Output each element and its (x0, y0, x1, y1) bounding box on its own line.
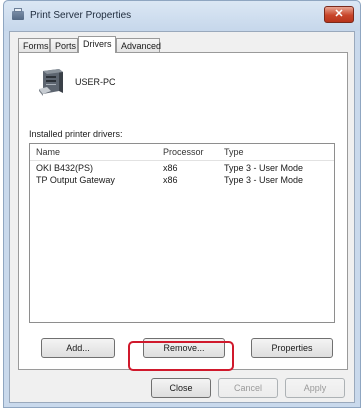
printer-icon (12, 8, 24, 20)
drivers-list[interactable]: Name Processor Type OKI B432(PS) x86 Typ… (29, 143, 335, 323)
column-header-name[interactable]: Name (36, 147, 60, 157)
apply-button[interactable]: Apply (285, 378, 345, 398)
drivers-tab-panel: USER-PC Installed printer drivers: Name … (18, 52, 348, 370)
list-header: Name Processor Type (30, 144, 334, 161)
server-name: USER-PC (75, 77, 116, 87)
close-button[interactable]: Close (151, 378, 211, 398)
installed-drivers-label: Installed printer drivers: (29, 129, 123, 139)
tab-drivers[interactable]: Drivers (78, 36, 116, 53)
window-close-button[interactable]: ✕ (324, 6, 354, 23)
cancel-button[interactable]: Cancel (218, 378, 278, 398)
remove-button-highlight (128, 341, 234, 371)
table-row[interactable]: TP Output Gateway x86 Type 3 - User Mode (30, 175, 334, 187)
driver-type: Type 3 - User Mode (224, 175, 304, 185)
computer-icon (39, 69, 63, 96)
driver-name: OKI B432(PS) (36, 163, 94, 173)
driver-type: Type 3 - User Mode (224, 163, 304, 173)
tab-ports[interactable]: Ports (50, 38, 78, 52)
table-row[interactable]: OKI B432(PS) x86 Type 3 - User Mode (30, 163, 334, 175)
properties-button[interactable]: Properties (251, 338, 333, 358)
column-header-processor[interactable]: Processor (163, 147, 204, 157)
column-header-type[interactable]: Type (224, 147, 244, 157)
window-title: Print Server Properties (30, 10, 132, 21)
tab-advanced[interactable]: Advanced (116, 38, 161, 52)
driver-processor: x86 (163, 163, 178, 173)
driver-name: TP Output Gateway (36, 175, 115, 185)
tab-forms[interactable]: Forms (18, 38, 50, 52)
title-bar[interactable]: Print Server Properties ✕ (4, 1, 360, 31)
add-button[interactable]: Add... (41, 338, 115, 358)
driver-processor: x86 (163, 175, 178, 185)
